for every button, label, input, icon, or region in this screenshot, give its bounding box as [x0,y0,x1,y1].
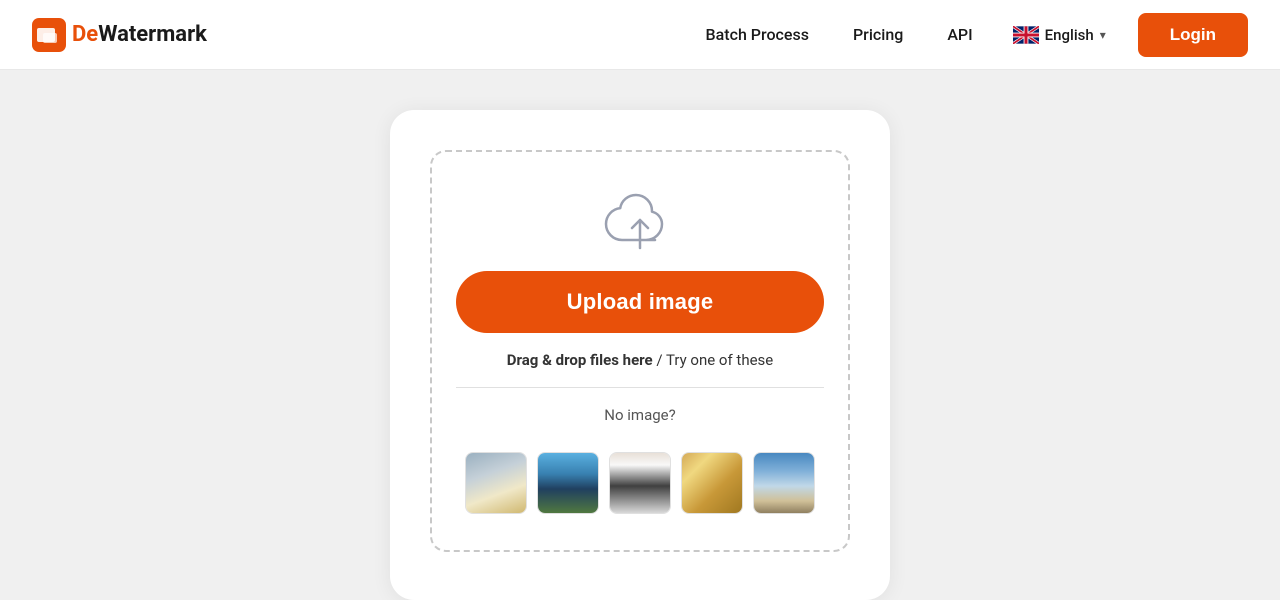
logo[interactable]: DeWatermark [32,18,207,52]
nav-batch-process[interactable]: Batch Process [690,17,825,52]
main-nav: Batch Process Pricing API English ▾ Logi… [690,13,1248,57]
login-button[interactable]: Login [1138,13,1248,57]
sample-image-3[interactable] [609,452,671,514]
drag-drop-text: Drag & drop files here / Try one of thes… [507,351,773,369]
cloud-upload-icon [600,188,680,253]
main-content: Upload image Drag & drop files here / Tr… [0,70,1280,600]
sample-image-4[interactable] [681,452,743,514]
no-image-label: No image? [604,406,675,424]
uk-flag-icon [1013,26,1039,44]
sample-images-row [465,452,815,514]
chevron-down-icon: ▾ [1100,28,1106,42]
upload-dropzone[interactable]: Upload image Drag & drop files here / Tr… [430,150,850,552]
sample-image-5[interactable] [753,452,815,514]
upload-card: Upload image Drag & drop files here / Tr… [390,110,890,600]
language-selector[interactable]: English ▾ [1001,18,1118,52]
nav-api[interactable]: API [931,17,988,52]
sample-image-1[interactable] [465,452,527,514]
logo-text: DeWatermark [72,22,207,47]
header: DeWatermark Batch Process Pricing API En… [0,0,1280,70]
sample-image-2[interactable] [537,452,599,514]
nav-pricing[interactable]: Pricing [837,17,919,52]
upload-image-button[interactable]: Upload image [456,271,824,333]
logo-icon [32,18,66,52]
divider [456,387,824,388]
language-label: English [1045,26,1094,44]
